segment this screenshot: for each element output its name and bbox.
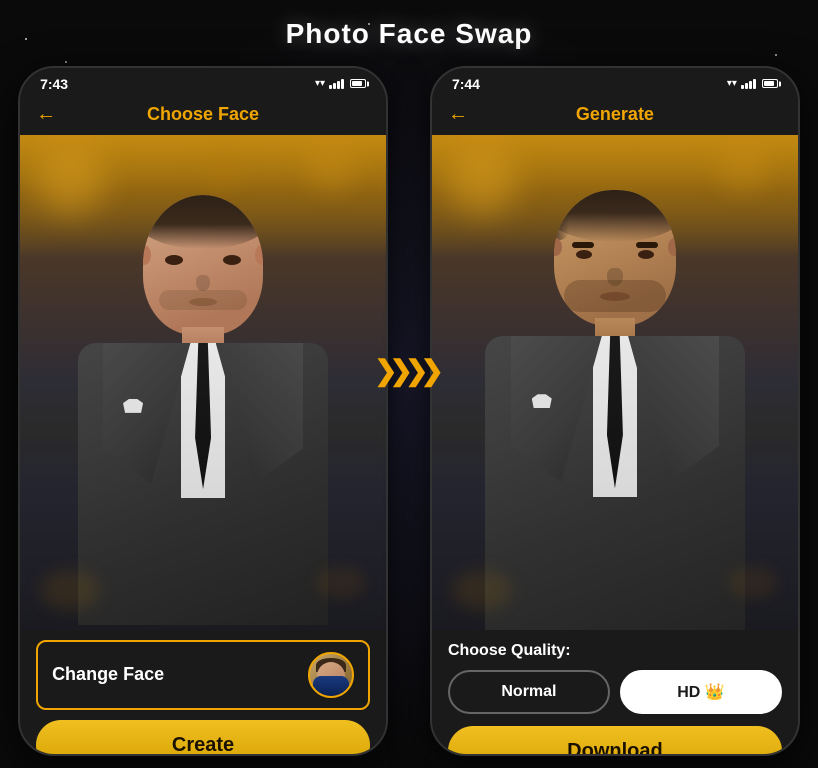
left-phone-bottom: Change Face Create <box>20 630 386 756</box>
create-button[interactable]: Create <box>36 720 370 756</box>
right-status-bar: 7:44 ▾▾ <box>432 68 798 96</box>
left-time: 7:43 <box>40 76 68 92</box>
left-nav-bar: ← Choose Face <box>20 96 386 135</box>
page-title: Photo Face Swap <box>0 18 818 50</box>
left-phone: 7:43 ▾▾ ← Choose Face <box>18 66 388 756</box>
person-figure-right <box>480 190 750 630</box>
wifi-icon-right: ▾▾ <box>727 78 737 89</box>
battery-icon-right <box>762 79 778 88</box>
download-button[interactable]: Download <box>448 726 782 756</box>
change-face-button[interactable]: Change Face <box>36 640 370 710</box>
right-nav-title: Generate <box>576 104 654 125</box>
normal-quality-button[interactable]: Normal <box>448 670 610 714</box>
right-status-icons: ▾▾ <box>727 78 778 89</box>
person-figure-left <box>73 195 333 625</box>
right-photo-area <box>432 135 798 630</box>
left-nav-title: Choose Face <box>147 104 259 125</box>
left-photo-area <box>20 135 386 630</box>
phones-container: 7:43 ▾▾ ← Choose Face <box>15 68 803 753</box>
chevron-right-icon-4: ❯ <box>420 354 443 387</box>
hd-quality-button[interactable]: HD 👑 <box>620 670 782 714</box>
change-face-label: Change Face <box>52 664 164 685</box>
quality-options: Normal HD 👑 <box>448 670 782 714</box>
signal-icon-right <box>741 79 756 89</box>
avatar-body <box>313 676 349 696</box>
right-back-button[interactable]: ← <box>448 103 468 126</box>
quality-label: Choose Quality: <box>448 642 782 660</box>
right-time: 7:44 <box>452 76 480 92</box>
wifi-icon: ▾▾ <box>315 78 325 89</box>
battery-icon <box>350 79 366 88</box>
quality-section: Choose Quality: Normal HD 👑 Download <box>432 630 798 756</box>
left-status-icons: ▾▾ <box>315 78 366 89</box>
right-nav-bar: ← Generate <box>432 96 798 135</box>
left-status-bar: 7:43 ▾▾ <box>20 68 386 96</box>
signal-icon <box>329 79 344 89</box>
right-phone: 7:44 ▾▾ ← Generate <box>430 66 800 756</box>
face-avatar <box>308 652 354 698</box>
left-back-button[interactable]: ← <box>36 103 56 126</box>
transition-arrows: ❯ ❯ ❯ ❯ <box>378 354 440 387</box>
